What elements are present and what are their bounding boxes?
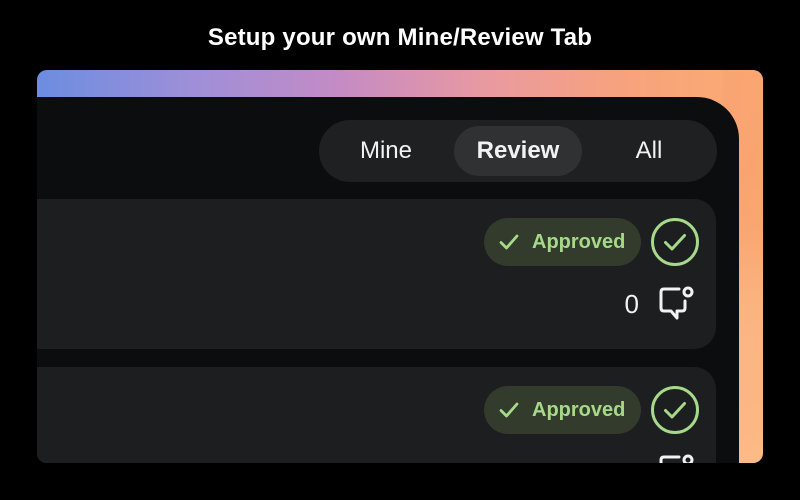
comment-icon[interactable] <box>657 452 697 463</box>
review-card[interactable]: Approved <box>37 367 716 463</box>
app-screen: Mine Review All Approved 0 Approved <box>37 97 739 463</box>
status-label: Approved <box>532 231 626 253</box>
gradient-frame: Mine Review All Approved 0 Approved <box>37 70 763 463</box>
review-card[interactable]: Approved 0 <box>37 199 716 349</box>
approved-badge: Approved <box>484 218 641 266</box>
comment-icon[interactable] <box>657 284 697 324</box>
comment-count: 0 <box>624 289 639 319</box>
segmented-control: Mine Review All <box>319 120 717 182</box>
page-heading: Setup your own Mine/Review Tab <box>207 24 593 51</box>
check-circle-icon[interactable] <box>650 385 700 435</box>
status-label: Approved <box>532 399 626 421</box>
check-icon <box>499 402 519 418</box>
tab-review[interactable]: Review <box>454 126 582 176</box>
check-circle-icon[interactable] <box>650 217 700 267</box>
tab-all[interactable]: All <box>587 126 711 176</box>
check-icon <box>499 234 519 250</box>
tab-mine[interactable]: Mine <box>319 126 453 176</box>
approved-badge: Approved <box>484 386 641 434</box>
